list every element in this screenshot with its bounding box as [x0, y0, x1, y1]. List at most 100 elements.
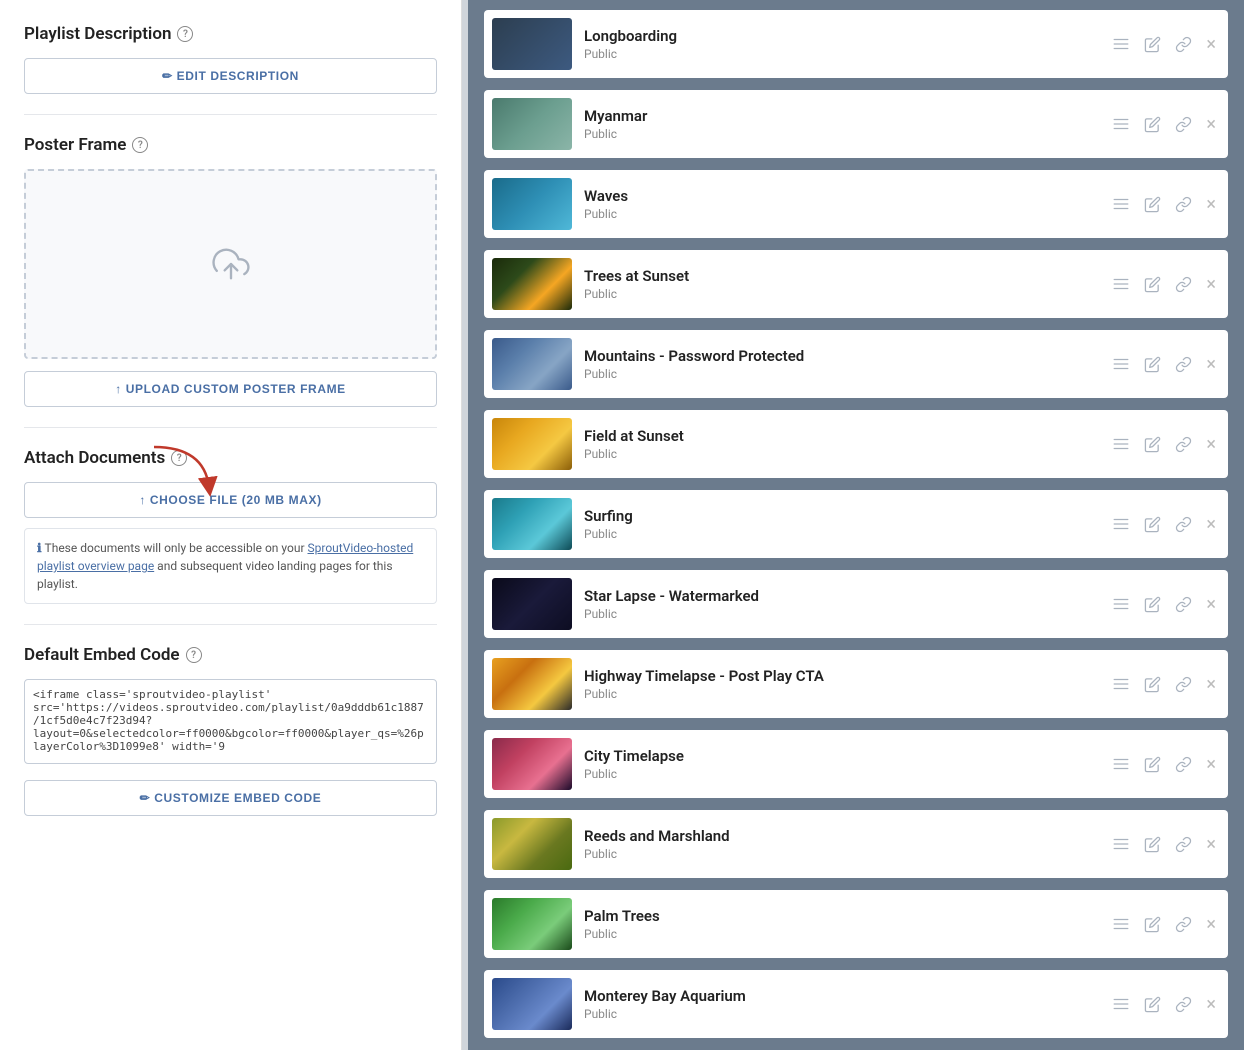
video-title-longboarding: Longboarding	[584, 27, 1100, 45]
link-icon-highway-timelapse[interactable]	[1175, 676, 1192, 693]
remove-icon-mountains[interactable]: ×	[1206, 354, 1216, 375]
remove-icon-surfing[interactable]: ×	[1206, 514, 1216, 535]
link-icon-palm-trees[interactable]	[1175, 916, 1192, 933]
video-list-item-palm-trees: Palm Trees Public	[484, 890, 1228, 958]
video-actions-palm-trees: ×	[1112, 914, 1216, 935]
edit-icon-monterey[interactable]	[1144, 996, 1161, 1013]
embed-code-help-icon[interactable]: ?	[186, 647, 202, 663]
link-icon-city-timelapse[interactable]	[1175, 756, 1192, 773]
video-info-palm-trees: Palm Trees Public	[584, 907, 1100, 941]
embed-code-textarea[interactable]: <iframe class='sproutvideo-playlist' src…	[24, 679, 437, 764]
remove-icon-myanmar[interactable]: ×	[1206, 114, 1216, 135]
edit-icon-city-timelapse[interactable]	[1144, 756, 1161, 773]
link-icon-longboarding[interactable]	[1175, 36, 1192, 53]
remove-icon-longboarding[interactable]: ×	[1206, 34, 1216, 55]
video-list-item-monterey: Monterey Bay Aquarium Public	[484, 970, 1228, 1038]
link-icon-myanmar[interactable]	[1175, 116, 1192, 133]
reorder-icon-city-timelapse[interactable]	[1112, 755, 1130, 773]
link-icon-monterey[interactable]	[1175, 996, 1192, 1013]
edit-icon-field-at-sunset[interactable]	[1144, 436, 1161, 453]
link-icon-reeds-marshland[interactable]	[1175, 836, 1192, 853]
video-thumbnail-surfing	[492, 498, 572, 550]
reorder-icon-surfing[interactable]	[1112, 515, 1130, 533]
playlist-description-help-icon[interactable]: ?	[177, 26, 193, 42]
arrow-annotation-container: ↑ CHOOSE FILE (20 MB max)	[24, 482, 437, 518]
reorder-icon-myanmar[interactable]	[1112, 115, 1130, 133]
edit-icon-reeds-marshland[interactable]	[1144, 836, 1161, 853]
edit-icon-mountains[interactable]	[1144, 356, 1161, 373]
video-list-item-myanmar: Myanmar Public	[484, 90, 1228, 158]
link-icon-star-lapse[interactable]	[1175, 596, 1192, 613]
edit-description-button[interactable]: ✏ EDIT DESCRIPTION	[24, 58, 437, 94]
edit-icon-highway-timelapse[interactable]	[1144, 676, 1161, 693]
video-list-item-mountains: Mountains - Password Protected Public	[484, 330, 1228, 398]
poster-frame-help-icon[interactable]: ?	[132, 137, 148, 153]
video-thumbnail-field-at-sunset	[492, 418, 572, 470]
video-thumbnail-city-timelapse	[492, 738, 572, 790]
edit-icon-waves[interactable]	[1144, 196, 1161, 213]
remove-icon-palm-trees[interactable]: ×	[1206, 914, 1216, 935]
choose-file-button[interactable]: ↑ CHOOSE FILE (20 MB max)	[24, 482, 437, 518]
video-status-longboarding: Public	[584, 47, 1100, 61]
remove-icon-star-lapse[interactable]: ×	[1206, 594, 1216, 615]
link-icon-waves[interactable]	[1175, 196, 1192, 213]
video-thumbnail-longboarding	[492, 18, 572, 70]
reorder-icon-waves[interactable]	[1112, 195, 1130, 213]
remove-icon-trees-at-sunset[interactable]: ×	[1206, 274, 1216, 295]
video-info-field-at-sunset: Field at Sunset Public	[584, 427, 1100, 461]
attach-documents-info: ℹ These documents will only be accessibl…	[24, 528, 437, 604]
playlist-description-heading: Playlist Description ?	[24, 24, 437, 44]
video-info-surfing: Surfing Public	[584, 507, 1100, 541]
reorder-icon-highway-timelapse[interactable]	[1112, 675, 1130, 693]
reorder-icon-trees-at-sunset[interactable]	[1112, 275, 1130, 293]
remove-icon-waves[interactable]: ×	[1206, 194, 1216, 215]
edit-icon-myanmar[interactable]	[1144, 116, 1161, 133]
link-icon-trees-at-sunset[interactable]	[1175, 276, 1192, 293]
video-thumbnail-trees-at-sunset	[492, 258, 572, 310]
video-title-highway-timelapse: Highway Timelapse - Post Play CTA	[584, 667, 1100, 685]
poster-upload-dropzone[interactable]	[24, 169, 437, 359]
reorder-icon-mountains[interactable]	[1112, 355, 1130, 373]
attach-documents-heading: Attach Documents ?	[24, 448, 437, 468]
reorder-icon-reeds-marshland[interactable]	[1112, 835, 1130, 853]
remove-icon-city-timelapse[interactable]: ×	[1206, 754, 1216, 775]
video-info-highway-timelapse: Highway Timelapse - Post Play CTA Public	[584, 667, 1100, 701]
edit-icon-surfing[interactable]	[1144, 516, 1161, 533]
reorder-icon-longboarding[interactable]	[1112, 35, 1130, 53]
upload-poster-frame-button[interactable]: ↑ UPLOAD CUSTOM POSTER FRAME	[24, 371, 437, 407]
link-icon-surfing[interactable]	[1175, 516, 1192, 533]
video-status-mountains: Public	[584, 367, 1100, 381]
video-actions-surfing: ×	[1112, 514, 1216, 535]
reorder-icon-palm-trees[interactable]	[1112, 915, 1130, 933]
reorder-icon-monterey[interactable]	[1112, 995, 1130, 1013]
video-title-star-lapse: Star Lapse - Watermarked	[584, 587, 1100, 605]
edit-icon-trees-at-sunset[interactable]	[1144, 276, 1161, 293]
upload-cloud-icon	[212, 245, 250, 283]
video-thumbnail-star-lapse	[492, 578, 572, 630]
reorder-icon-field-at-sunset[interactable]	[1112, 435, 1130, 453]
video-info-longboarding: Longboarding Public	[584, 27, 1100, 61]
edit-icon-longboarding[interactable]	[1144, 36, 1161, 53]
video-actions-reeds-marshland: ×	[1112, 834, 1216, 855]
video-info-monterey: Monterey Bay Aquarium Public	[584, 987, 1100, 1021]
video-actions-mountains: ×	[1112, 354, 1216, 375]
video-thumbnail-myanmar	[492, 98, 572, 150]
video-status-city-timelapse: Public	[584, 767, 1100, 781]
edit-icon-palm-trees[interactable]	[1144, 916, 1161, 933]
left-panel: Playlist Description ? ✏ EDIT DESCRIPTIO…	[0, 0, 462, 1050]
remove-icon-monterey[interactable]: ×	[1206, 994, 1216, 1015]
link-icon-mountains[interactable]	[1175, 356, 1192, 373]
remove-icon-reeds-marshland[interactable]: ×	[1206, 834, 1216, 855]
edit-icon-star-lapse[interactable]	[1144, 596, 1161, 613]
reorder-icon-star-lapse[interactable]	[1112, 595, 1130, 613]
info-icon: ℹ	[37, 541, 45, 555]
link-icon-field-at-sunset[interactable]	[1175, 436, 1192, 453]
customize-embed-code-button[interactable]: ✏ CUSTOMIZE EMBED CODE	[24, 780, 437, 816]
video-list-item-surfing: Surfing Public	[484, 490, 1228, 558]
video-list-item-reeds-marshland: Reeds and Marshland Public	[484, 810, 1228, 878]
remove-icon-highway-timelapse[interactable]: ×	[1206, 674, 1216, 695]
video-thumbnail-highway-timelapse	[492, 658, 572, 710]
video-title-waves: Waves	[584, 187, 1100, 205]
remove-icon-field-at-sunset[interactable]: ×	[1206, 434, 1216, 455]
right-panel: Longboarding Public	[468, 0, 1244, 1050]
